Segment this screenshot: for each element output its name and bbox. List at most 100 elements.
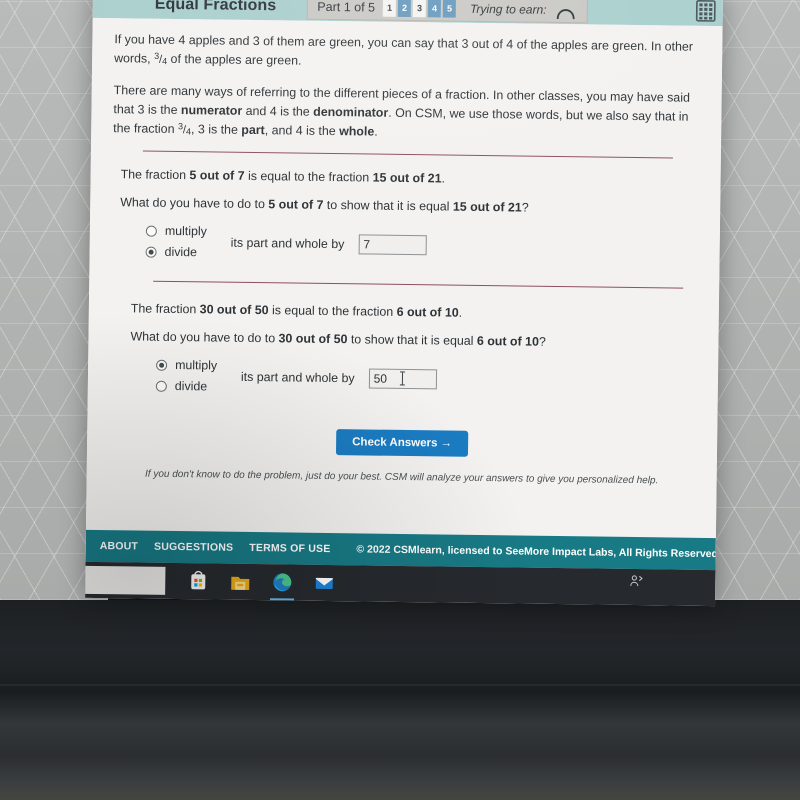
q2-fraction-source: 30 out of 50: [199, 302, 269, 318]
q2-stmt-c: .: [458, 305, 463, 320]
q2-radio-divide-label: divide: [174, 379, 208, 394]
term-part: part: [241, 122, 265, 138]
people-share-icon[interactable]: [629, 574, 643, 588]
step-4[interactable]: 4: [427, 0, 442, 18]
desk-surface-right: [708, 0, 800, 600]
q1-factor-input[interactable]: [358, 234, 427, 255]
question-1-prompt: What do you have to do to 5 out of 7 to …: [120, 195, 698, 217]
term-numerator: numerator: [180, 102, 243, 118]
intro-paragraph-1: If you have 4 apples and 3 of them are g…: [114, 30, 700, 76]
file-explorer-icon-svg: [231, 576, 250, 590]
intro-paragraph-2: There are many ways of referring to the …: [113, 81, 700, 146]
divider-2: [153, 280, 684, 289]
q1-prompt-a: What do you have to do to: [120, 195, 269, 212]
check-answers-wrap: Check Answers →: [109, 426, 695, 460]
intro-p2-text-j: .: [374, 124, 378, 139]
arch-badge-icon-svg: [556, 9, 575, 20]
earn-label: Trying to earn:: [469, 1, 547, 17]
q2-prompt-fraction-target: 6 out of 10: [476, 334, 539, 349]
mail-icon-svg: [315, 577, 333, 590]
q1-stmt-a: The fraction: [120, 167, 190, 183]
photo-of-laptop-screen: Equal Fractions Part 1 of 5 1 2 3 4 5 Tr…: [0, 0, 800, 800]
fraction-three-fourths-1: 3/4: [154, 51, 168, 67]
q1-by-label: its part and whole by: [230, 235, 345, 251]
q1-input-wrap: [358, 234, 427, 255]
q1-prompt-fraction-target: 15 out of 21: [452, 199, 522, 215]
microsoft-edge-icon[interactable]: [269, 569, 295, 595]
laptop-bezel: [0, 600, 800, 800]
q2-radio-divide[interactable]: divide: [155, 379, 217, 394]
lesson-body: If you have 4 apples and 3 of them are g…: [85, 17, 723, 567]
step-2[interactable]: 2: [397, 0, 412, 18]
q2-radio-divide-icon[interactable]: [155, 380, 167, 392]
question-1-radio-group: multiply divide: [145, 224, 207, 260]
frac-numerator: 3: [177, 121, 184, 132]
footer-link-about[interactable]: ABOUT: [100, 540, 138, 553]
q2-radio-multiply-icon[interactable]: [156, 359, 168, 371]
step-list: 1 2 3 4 5: [382, 0, 457, 18]
q2-stmt-a: The fraction: [130, 301, 200, 317]
q2-prompt-a: What do you have to do to: [130, 329, 279, 346]
term-whole: whole: [339, 124, 375, 139]
question-1-statement: The fraction 5 out of 7 is equal to the …: [121, 167, 699, 189]
hint-text: If you don't know to do the problem, jus…: [144, 468, 659, 487]
intro-p2-text-h: , and 4 is the: [264, 123, 340, 139]
q2-radio-multiply-label: multiply: [175, 358, 218, 373]
question-2-radio-group: multiply divide: [155, 358, 217, 394]
question-2-prompt: What do you have to do to 30 out of 50 t…: [130, 330, 696, 351]
q1-prompt-c: ?: [521, 200, 529, 215]
footer-link-terms[interactable]: TERMS OF USE: [249, 542, 330, 555]
q1-radio-divide-icon[interactable]: [145, 246, 157, 258]
check-answers-button[interactable]: Check Answers →: [335, 429, 469, 458]
question-2-answer-row: multiply divide its part and whole by: [130, 358, 696, 400]
q2-radio-multiply[interactable]: multiply: [156, 358, 217, 373]
question-2-statement: The fraction 30 out of 50 is equal to th…: [131, 302, 697, 323]
microsoft-store-icon[interactable]: [185, 568, 211, 594]
question-2: The fraction 30 out of 50 is equal to th…: [110, 301, 697, 400]
question-1-answer-row: multiply divide its part and whole by: [120, 223, 698, 266]
q1-radio-divide-label: divide: [164, 245, 198, 260]
q2-input-wrap: [368, 368, 437, 390]
q2-by-label: its part and whole by: [240, 369, 355, 386]
divider-1: [142, 150, 673, 159]
mail-icon[interactable]: [311, 570, 337, 596]
footer-link-suggestions[interactable]: SUGGESTIONS: [154, 541, 233, 554]
q2-stmt-b: is equal to the fraction: [268, 303, 397, 320]
step-1[interactable]: 1: [382, 0, 397, 17]
calculator-icon-svg: [695, 0, 716, 22]
term-denominator: denominator: [313, 104, 389, 120]
part-label: Part 1 of 5: [317, 0, 376, 15]
q1-fraction-source: 5 out of 7: [189, 168, 245, 184]
page-title: Equal Fractions: [154, 0, 277, 15]
step-5[interactable]: 5: [442, 0, 457, 18]
question-1: The fraction 5 out of 7 is equal to the …: [112, 167, 699, 266]
q1-radio-multiply-label: multiply: [164, 224, 207, 239]
file-explorer-icon[interactable]: [227, 569, 253, 595]
intro-p1-text-b: of the apples are green.: [167, 52, 302, 68]
q1-radio-divide[interactable]: divide: [145, 245, 207, 260]
q1-stmt-b: is equal to the fraction: [244, 169, 373, 185]
q2-prompt-c: ?: [538, 334, 546, 350]
arch-badge-icon: [554, 0, 576, 20]
intro-p2-text-c: and 4 is the: [242, 103, 314, 119]
intro-p2-text-f: , 3 is the: [190, 122, 242, 137]
q1-fraction-target: 15 out of 21: [372, 170, 442, 186]
step-3[interactable]: 3: [412, 0, 427, 18]
q1-prompt-b: to show that it is equal: [323, 198, 453, 214]
microsoft-edge-icon-svg: [273, 573, 292, 592]
q2-prompt-b: to show that it is equal: [347, 332, 478, 349]
start-button[interactable]: [85, 565, 166, 595]
q2-fraction-target: 6 out of 10: [396, 305, 459, 320]
q2-factor-input[interactable]: [368, 368, 437, 390]
taskbar-icons: [165, 568, 337, 596]
q1-radio-multiply[interactable]: multiply: [145, 224, 207, 239]
microsoft-store-icon-svg: [191, 570, 206, 590]
footer-copyright: © 2022 CSMlearn, licensed to SeeMore Imp…: [356, 543, 719, 561]
frac-numerator: 3: [154, 51, 160, 62]
q1-radio-multiply-icon[interactable]: [145, 225, 157, 237]
q1-stmt-c: .: [441, 171, 446, 186]
fraction-three-fourths-2: 3/4: [177, 121, 192, 137]
q1-prompt-fraction-source: 5 out of 7: [268, 197, 324, 213]
q2-prompt-fraction-source: 30 out of 50: [278, 331, 348, 347]
progress-indicator: Part 1 of 5 1 2 3 4 5 Trying to earn:: [306, 0, 588, 24]
